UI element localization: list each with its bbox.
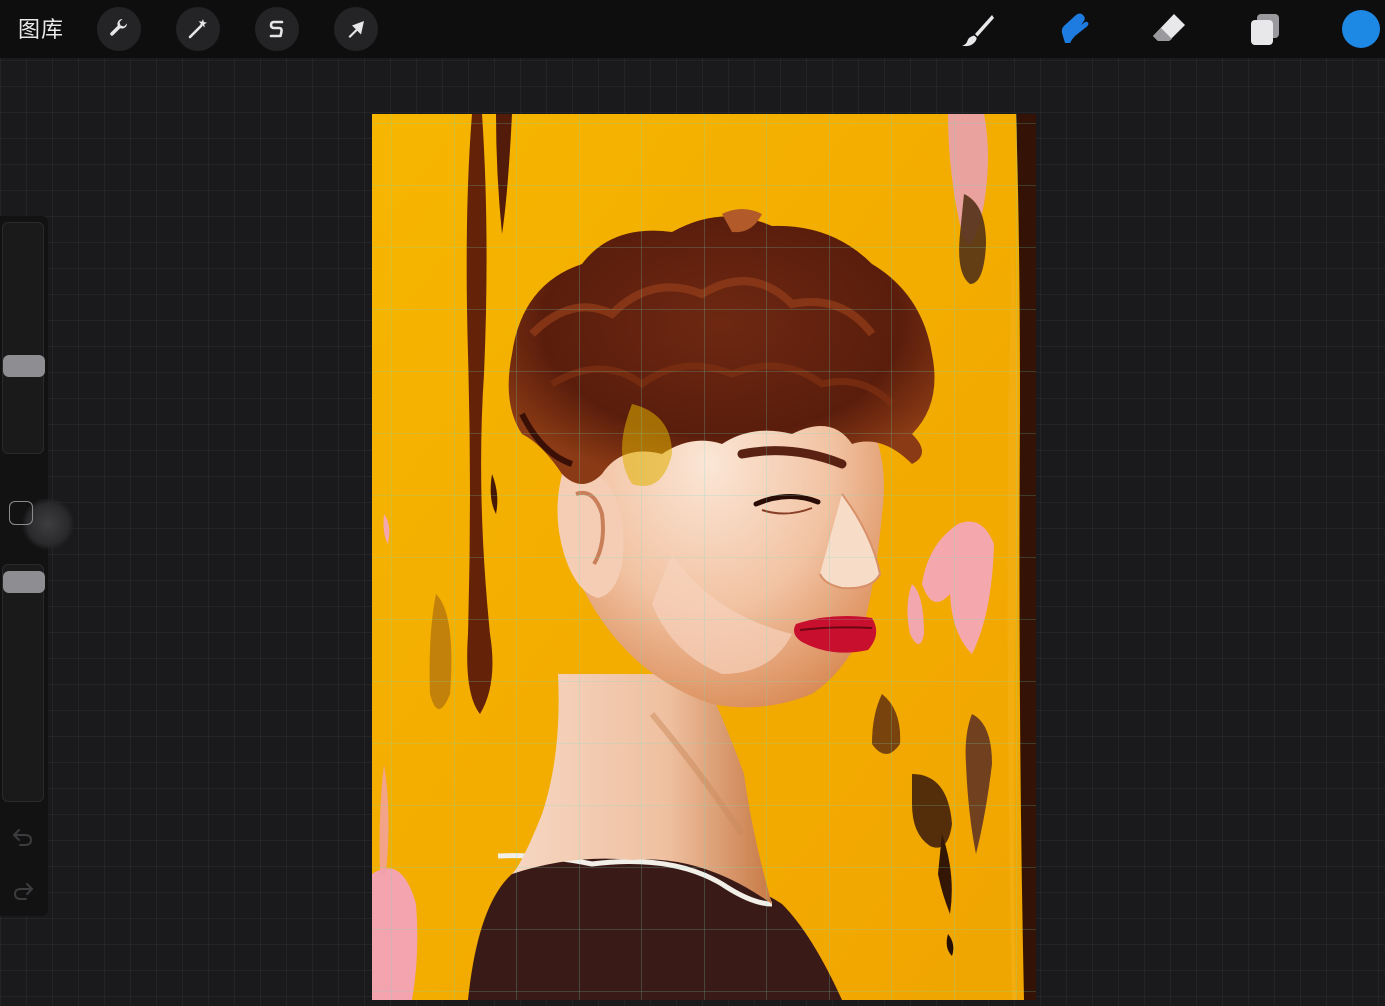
eraser-icon	[1153, 14, 1185, 41]
left-sidebar	[0, 216, 74, 916]
drawing-guide-grid	[372, 114, 1036, 1000]
opacity-slider[interactable]	[2, 564, 45, 802]
painting-canvas[interactable]	[372, 114, 1036, 1000]
gallery-button[interactable]: 图库	[18, 12, 64, 44]
color-picker-button[interactable]	[1342, 10, 1380, 48]
brush-icon	[962, 15, 994, 47]
arrow-cursor-icon	[348, 21, 364, 38]
selection-s-icon	[269, 20, 284, 38]
redo-icon[interactable]	[10, 878, 36, 904]
square-modify-icon[interactable]	[9, 501, 33, 525]
layers-icon	[1251, 14, 1279, 45]
magic-wand-icon	[188, 19, 207, 39]
procreate-workspace: 图库	[0, 0, 1385, 1006]
wrench-icon	[110, 18, 128, 36]
actions-button[interactable]	[97, 7, 141, 51]
undo-icon[interactable]	[10, 824, 36, 850]
top-toolbar: 图库	[0, 0, 1385, 58]
brush-size-slider[interactable]	[2, 222, 45, 454]
eraser-tool-button[interactable]	[1148, 8, 1190, 50]
opacity-thumb[interactable]	[3, 571, 45, 593]
selection-button[interactable]	[255, 7, 299, 51]
brush-tool-button[interactable]	[957, 8, 999, 50]
layers-tool-button[interactable]	[1244, 8, 1286, 50]
smudge-tool-button[interactable]	[1052, 8, 1094, 50]
portrait-artwork	[372, 114, 1036, 1000]
adjustments-button[interactable]	[176, 7, 220, 51]
transform-button[interactable]	[334, 7, 378, 51]
smudge-finger-icon	[1061, 13, 1089, 43]
brush-size-thumb[interactable]	[3, 355, 45, 377]
